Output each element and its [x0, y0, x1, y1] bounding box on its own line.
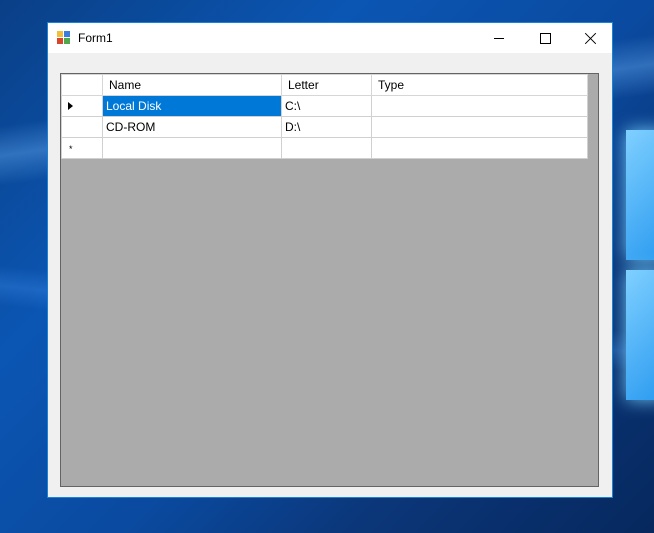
title-bar[interactable]: Form1 [48, 23, 612, 53]
cell-letter[interactable]: D:\ [281, 116, 372, 138]
windows-logo-wallpaper [616, 120, 654, 420]
header-row: Name Letter Type [61, 74, 588, 96]
row-header[interactable] [61, 116, 103, 138]
close-button[interactable] [568, 23, 614, 53]
column-header-letter[interactable]: Letter [281, 74, 372, 96]
new-row[interactable]: * [61, 137, 588, 159]
column-header-name[interactable]: Name [102, 74, 282, 96]
new-row-marker-icon: * [69, 144, 73, 154]
close-icon [585, 32, 597, 44]
cell-letter[interactable] [281, 137, 372, 159]
window-title: Form1 [78, 31, 113, 45]
drives-table: Name Letter Type Local Disk C:\ CD-ROM D… [61, 74, 588, 159]
minimize-button[interactable] [476, 23, 522, 53]
table-row[interactable]: CD-ROM D:\ [61, 116, 588, 138]
table-row[interactable]: Local Disk C:\ [61, 95, 588, 117]
row-header[interactable] [61, 95, 103, 117]
cell-name[interactable]: CD-ROM [102, 116, 282, 138]
form-app-icon[interactable] [57, 31, 71, 45]
column-header-type[interactable]: Type [371, 74, 588, 96]
cell-name[interactable]: Local Disk [102, 95, 282, 117]
maximize-icon [539, 32, 551, 44]
top-left-header-cell[interactable] [61, 74, 103, 96]
form1-window: Form1 Name Letter Type Local Disk C:\ CD… [47, 22, 613, 498]
cell-name[interactable] [102, 137, 282, 159]
row-header[interactable]: * [61, 137, 103, 159]
row-indicator-arrow-icon [68, 102, 73, 110]
cell-type[interactable] [371, 95, 588, 117]
cell-type[interactable] [371, 116, 588, 138]
maximize-button[interactable] [522, 23, 568, 53]
cell-letter[interactable]: C:\ [281, 95, 372, 117]
data-grid-view[interactable]: Name Letter Type Local Disk C:\ CD-ROM D… [60, 73, 599, 487]
cell-type[interactable] [371, 137, 588, 159]
minimize-icon [494, 37, 504, 39]
